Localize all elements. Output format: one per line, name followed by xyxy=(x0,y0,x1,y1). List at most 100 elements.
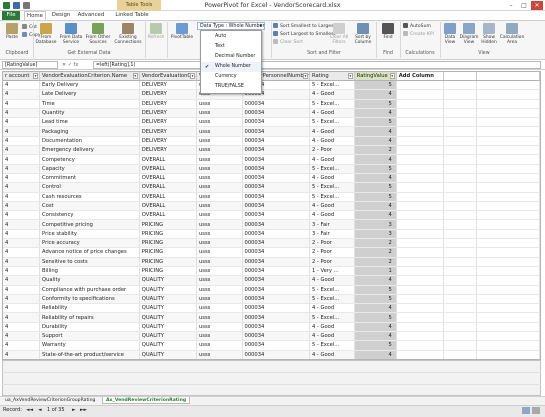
table-cell[interactable]: Control xyxy=(39,182,140,193)
table-cell[interactable]: Quantity xyxy=(39,108,140,119)
tab-design[interactable]: Design xyxy=(49,11,73,20)
empty-cell[interactable] xyxy=(396,257,445,267)
empty-cell[interactable] xyxy=(443,266,478,277)
table-cell[interactable]: 000034 xyxy=(242,173,310,184)
table-row[interactable]: 4 Reliability of repairs QUALITY usss 000034… xyxy=(3,312,540,323)
undo-icon[interactable] xyxy=(22,1,31,10)
empty-cell[interactable] xyxy=(396,201,445,212)
table-cell[interactable]: usss xyxy=(196,266,243,277)
formula-input[interactable]: =left([Rating],1) xyxy=(93,61,541,69)
table-cell[interactable]: 2 xyxy=(354,145,397,156)
empty-cell[interactable] xyxy=(443,350,478,359)
empty-cell[interactable] xyxy=(476,350,540,359)
table-row[interactable]: 4 Cash resources OVERALL usss 000034 5 - Exce… xyxy=(3,192,540,202)
table-cell[interactable]: 4 xyxy=(354,154,397,165)
table-cell[interactable]: Quality xyxy=(39,275,140,286)
table-cell[interactable]: OVERALL xyxy=(139,164,197,174)
find-button[interactable]: Find xyxy=(378,23,398,40)
filter-dropdown-icon[interactable]: ▾ xyxy=(189,73,195,79)
table-cell[interactable]: usss xyxy=(196,285,243,295)
table-cell[interactable]: 5 xyxy=(354,80,397,91)
empty-cell[interactable] xyxy=(443,164,478,174)
empty-cell[interactable] xyxy=(476,182,540,193)
table-cell[interactable]: 5 xyxy=(354,192,397,202)
empty-cell[interactable] xyxy=(476,173,540,184)
nav-last-button[interactable]: ►► xyxy=(80,405,87,416)
table-cell[interactable]: 4 xyxy=(3,201,41,212)
empty-cell[interactable] xyxy=(396,340,445,351)
nav-next-button[interactable]: ► xyxy=(72,405,76,416)
table-cell[interactable]: usss xyxy=(196,108,243,119)
table-row[interactable]: 4 Capacity OVERALL usss 000034 5 - Excel... 5 xyxy=(3,164,540,174)
empty-cell[interactable] xyxy=(476,117,540,128)
table-cell[interactable]: 4 xyxy=(3,126,41,137)
table-cell[interactable]: PRICING xyxy=(139,238,197,249)
table-cell[interactable]: 4 - Good xyxy=(309,275,355,286)
table-row[interactable]: 4 Emergency delivery DELIVERY usss 000034 2 -… xyxy=(3,145,540,156)
table-cell[interactable]: 4 xyxy=(3,229,41,240)
save-icon[interactable] xyxy=(12,1,21,10)
show-hidden-button[interactable]: Show Hidden xyxy=(480,23,498,45)
empty-cell[interactable] xyxy=(476,247,540,258)
table-cell[interactable]: Lead time xyxy=(39,117,140,128)
table-cell[interactable]: 000034 xyxy=(242,117,310,128)
table-cell[interactable]: 4 xyxy=(3,173,41,184)
empty-cell[interactable] xyxy=(396,266,445,277)
table-cell[interactable]: 4 - Good xyxy=(309,322,355,333)
table-row[interactable]: 4 Durability QUALITY usss 000034 4 - Good 4 xyxy=(3,322,540,333)
table-cell[interactable]: Cash resources xyxy=(39,192,140,202)
table-cell[interactable]: Reliability xyxy=(39,303,140,314)
table-cell[interactable]: usss xyxy=(196,201,243,212)
table-cell[interactable]: QUALITY xyxy=(139,322,197,333)
tab-advanced[interactable]: Advanced xyxy=(76,11,106,20)
empty-cell[interactable] xyxy=(443,257,478,267)
empty-cell[interactable] xyxy=(443,294,478,305)
table-cell[interactable]: 4 xyxy=(3,275,41,286)
table-cell[interactable]: usss xyxy=(196,238,243,249)
table-cell[interactable]: 4 xyxy=(3,340,41,351)
sheet-tab-active[interactable]: Ax_VendReviewCriterionRating xyxy=(102,397,191,404)
table-cell[interactable]: 4 xyxy=(3,219,41,230)
table-cell[interactable]: 5 - Excel... xyxy=(309,117,355,128)
table-cell[interactable]: usss xyxy=(196,294,243,305)
tab-home[interactable]: Home xyxy=(24,11,46,20)
table-cell[interactable]: usss xyxy=(196,229,243,240)
table-cell[interactable]: 4 xyxy=(354,350,397,359)
empty-cell[interactable] xyxy=(396,331,445,342)
empty-cell[interactable] xyxy=(443,89,478,100)
table-cell[interactable]: DELIVERY xyxy=(139,80,197,91)
empty-cell[interactable] xyxy=(396,303,445,314)
table-cell[interactable]: 000034 xyxy=(242,182,310,193)
table-cell[interactable]: usss xyxy=(196,210,243,221)
table-cell[interactable]: Conformity to specifications xyxy=(39,294,140,305)
empty-cell[interactable] xyxy=(443,108,478,119)
table-cell[interactable]: 4 - Good xyxy=(309,303,355,314)
empty-cell[interactable] xyxy=(476,312,540,323)
empty-cell[interactable] xyxy=(443,154,478,165)
table-cell[interactable]: 4 - Good xyxy=(309,210,355,221)
table-cell[interactable]: 4 xyxy=(3,257,41,267)
fx-icon[interactable]: ✕ ✓ fx xyxy=(62,61,92,69)
table-cell[interactable]: 4 xyxy=(3,303,41,314)
table-cell[interactable]: Emergency delivery xyxy=(39,145,140,156)
table-cell[interactable]: 5 xyxy=(354,340,397,351)
create-kpi-button[interactable]: Create KPI xyxy=(403,31,434,38)
table-cell[interactable]: 000034 xyxy=(242,99,310,109)
clear-sort-button[interactable]: Clear Sort xyxy=(273,39,303,46)
table-cell[interactable]: 3 xyxy=(354,229,397,240)
from-data-service-button[interactable]: From Data Service xyxy=(59,23,83,45)
empty-cell[interactable] xyxy=(476,266,540,277)
table-cell[interactable]: 000034 xyxy=(242,247,310,258)
table-row[interactable]: 4 Packaging DELIVERY usss 000034 4 - Good 4 xyxy=(3,126,540,137)
table-cell[interactable]: 000034 xyxy=(242,219,310,230)
empty-cell[interactable] xyxy=(396,164,445,174)
diagram-view-button[interactable]: Diagram View xyxy=(459,23,479,45)
filter-dropdown-icon[interactable]: ▾ xyxy=(347,73,353,79)
table-cell[interactable]: 4 xyxy=(3,136,41,147)
add-column-header[interactable]: Add Column xyxy=(396,72,445,81)
table-cell[interactable]: PRICING xyxy=(139,266,197,277)
empty-cell[interactable] xyxy=(396,108,445,119)
table-cell[interactable]: Compliance with purchase order xyxy=(39,285,140,295)
empty-cell[interactable] xyxy=(396,322,445,333)
tab-linked-table[interactable]: Linked Table xyxy=(113,11,151,20)
